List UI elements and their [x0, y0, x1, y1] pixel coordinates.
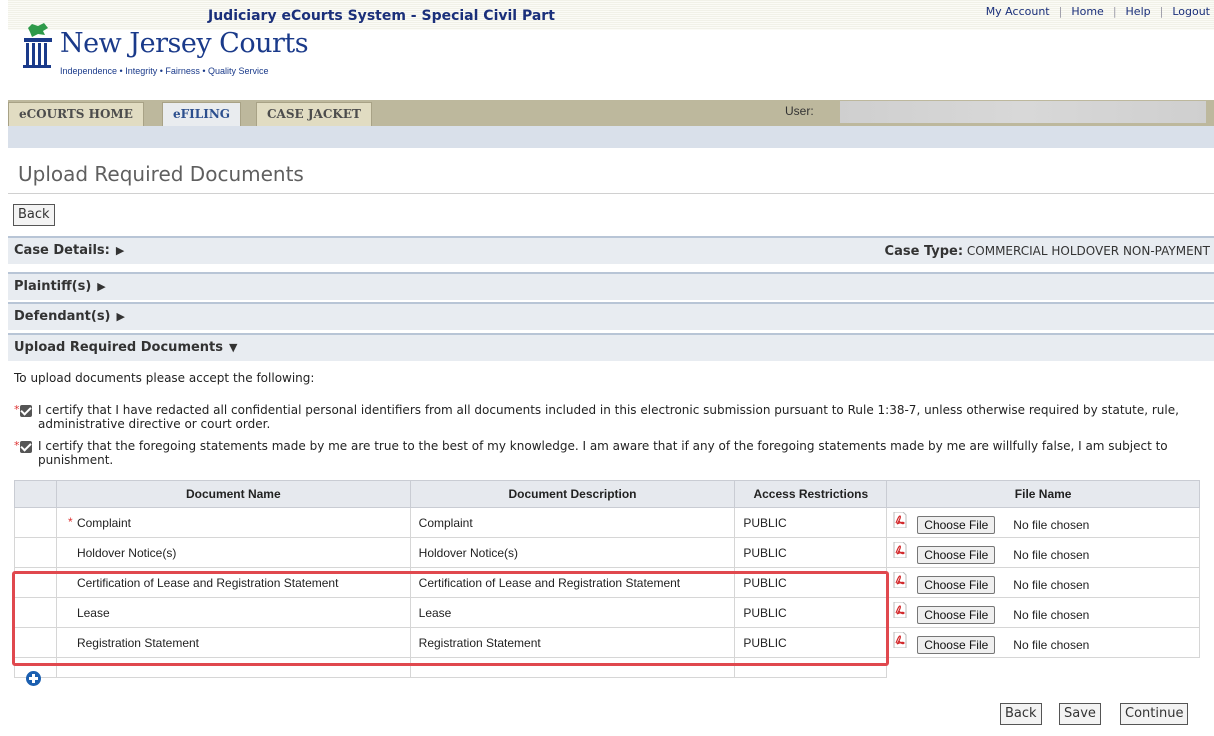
document-description: Holdover Notice(s)	[409, 537, 736, 568]
table-header-file-name: File Name	[886, 480, 1200, 508]
nj-courts-logo[interactable]: New Jersey Courts Independence • Integri…	[18, 22, 318, 92]
table-row: Certification of Lease and Registration …	[14, 567, 1200, 598]
file-cell: Choose File No file chosen	[886, 507, 1200, 538]
sub-bar	[8, 126, 1214, 148]
pdf-icon	[893, 512, 907, 528]
file-status: No file chosen	[1013, 578, 1090, 592]
file-status: No file chosen	[1013, 608, 1090, 622]
continue-button[interactable]: Continue	[1120, 703, 1189, 725]
required-marker: *	[14, 403, 20, 416]
file-cell: Choose File No file chosen	[886, 597, 1200, 628]
section-label: Defendant(s) ▶	[14, 309, 125, 324]
document-description: Complaint	[409, 507, 736, 538]
document-name: * Complaint	[55, 507, 411, 538]
tab-ecourts-home[interactable]: eCOURTS HOME	[8, 102, 144, 126]
file-status: No file chosen	[1013, 518, 1090, 532]
top-links: My Account | Home | Help | Logout	[985, 5, 1210, 18]
section-label: Case Details: ▶	[14, 243, 125, 258]
table-row: Registration Statement Registration Stat…	[14, 627, 1200, 658]
choose-file-button[interactable]: Choose File	[917, 576, 996, 594]
section-case-details[interactable]: Case Details: ▶ Case Type: COMMERCIAL HOL…	[8, 236, 1214, 264]
expand-caret-icon: ▶	[97, 280, 106, 293]
courthouse-icon	[23, 23, 52, 68]
access-restriction: PUBLIC	[734, 597, 888, 628]
collapse-caret-icon: ▼	[229, 341, 238, 354]
title-divider	[8, 193, 1214, 194]
pdf-icon	[893, 572, 907, 588]
access-restriction: PUBLIC	[734, 537, 888, 568]
back-button-top[interactable]: Back	[13, 204, 55, 226]
table-row: * Complaint Complaint PUBLIC Choose File …	[14, 507, 1200, 538]
home-link[interactable]: Home	[1071, 5, 1103, 18]
back-button[interactable]: Back	[1000, 703, 1042, 725]
file-cell: Choose File No file chosen	[886, 567, 1200, 598]
required-marker: *	[67, 515, 73, 529]
certification-text: I certify that the foregoing statements …	[38, 439, 1168, 467]
file-cell: Choose File No file chosen	[886, 627, 1200, 658]
access-restriction: PUBLIC	[734, 627, 888, 658]
choose-file-button[interactable]: Choose File	[917, 546, 996, 564]
section-label: Plaintiff(s) ▶	[14, 279, 106, 294]
document-name: Registration Statement	[55, 627, 411, 658]
intro-text: To upload documents please accept the fo…	[14, 371, 315, 385]
help-link[interactable]: Help	[1126, 5, 1151, 18]
tab-efiling[interactable]: eFILING	[162, 102, 242, 126]
document-name: Lease	[55, 597, 411, 628]
file-cell: Choose File No file chosen	[886, 537, 1200, 568]
table-row: Holdover Notice(s) Holdover Notice(s) PU…	[14, 537, 1200, 568]
expand-caret-icon: ▶	[116, 310, 125, 323]
document-description: Registration Statement	[409, 627, 736, 658]
access-restriction: PUBLIC	[734, 567, 888, 598]
table-header-blank	[14, 480, 57, 508]
page-title: Upload Required Documents	[18, 162, 304, 186]
access-restriction: PUBLIC	[734, 507, 888, 538]
pdf-icon	[893, 632, 907, 648]
document-description: Certification of Lease and Registration …	[409, 567, 736, 598]
case-type: Case Type: COMMERCIAL HOLDOVER NON-PAYME…	[884, 244, 1210, 259]
documents-table: Document Name Document Description Acces…	[14, 480, 1200, 678]
add-document-icon[interactable]	[26, 671, 41, 686]
certification-truth: * I certify that the foregoing statement…	[14, 439, 1194, 471]
section-label: Upload Required Documents ▼	[14, 340, 238, 355]
tab-case-jacket[interactable]: CASE JACKET	[256, 102, 372, 126]
add-row	[14, 657, 1200, 678]
choose-file-button[interactable]: Choose File	[917, 516, 996, 534]
document-name: Certification of Lease and Registration …	[55, 567, 411, 598]
truth-checkbox[interactable]	[20, 441, 32, 453]
file-status: No file chosen	[1013, 548, 1090, 562]
header: Judiciary eCourts System - Special Civil…	[8, 0, 1214, 96]
user-label: User:	[785, 104, 814, 118]
choose-file-button[interactable]: Choose File	[917, 636, 996, 654]
expand-caret-icon: ▶	[115, 244, 125, 257]
section-defendants[interactable]: Defendant(s) ▶	[8, 302, 1214, 330]
logout-link[interactable]: Logout	[1172, 5, 1210, 18]
table-header-document-name: Document Name	[55, 480, 411, 508]
redaction-checkbox[interactable]	[20, 405, 32, 417]
table-row: Lease Lease PUBLIC Choose File No file c…	[14, 597, 1200, 628]
choose-file-button[interactable]: Choose File	[917, 606, 996, 624]
section-upload-documents[interactable]: Upload Required Documents ▼	[8, 333, 1214, 361]
document-name: Holdover Notice(s)	[55, 537, 411, 568]
logo-text: New Jersey Courts	[60, 28, 309, 59]
user-name-redacted	[840, 101, 1206, 123]
table-header-access: Access Restrictions	[734, 480, 888, 508]
pdf-icon	[893, 602, 907, 618]
table-header-description: Document Description	[409, 480, 736, 508]
section-plaintiffs[interactable]: Plaintiff(s) ▶	[8, 272, 1214, 300]
pdf-icon	[893, 542, 907, 558]
certification-redaction: * I certify that I have redacted all con…	[14, 403, 1194, 435]
table-header-row: Document Name Document Description Acces…	[14, 480, 1200, 508]
document-description: Lease	[409, 597, 736, 628]
file-status: No file chosen	[1013, 638, 1090, 652]
logo-tagline: Independence • Integrity • Fairness • Qu…	[60, 66, 269, 76]
case-type-value: COMMERCIAL HOLDOVER NON-PAYMENT	[966, 244, 1210, 258]
my-account-link[interactable]: My Account	[986, 5, 1050, 18]
required-marker: *	[14, 439, 20, 452]
certification-text: I certify that I have redacted all confi…	[38, 403, 1179, 431]
save-button[interactable]: Save	[1059, 703, 1101, 725]
